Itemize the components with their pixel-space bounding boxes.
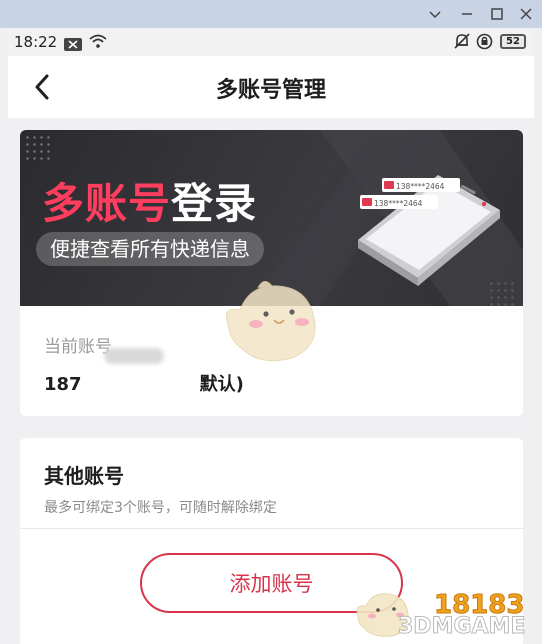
minimize-icon[interactable] — [457, 4, 477, 24]
battery-level: 52 — [506, 36, 520, 47]
close-icon[interactable] — [516, 4, 536, 24]
window-title-bar — [0, 0, 542, 28]
wifi-icon — [88, 33, 108, 53]
other-accounts-description: 最多可绑定3个账号，可随时解除绑定 — [44, 500, 277, 516]
other-accounts-title: 其他账号 — [44, 464, 124, 488]
status-bar: 18:22 52 — [8, 28, 534, 56]
current-account-suffix: 默认) — [199, 374, 244, 395]
banner-title-highlight: 多账号 — [42, 179, 172, 228]
sms-message-1: 138****2464 — [396, 182, 445, 191]
banner-subtitle: 便捷查看所有快递信息 — [36, 232, 264, 266]
redaction-smudge — [104, 348, 164, 364]
current-account-value: 187 默认) — [44, 370, 244, 396]
current-account-number: 187 — [44, 374, 82, 395]
phone-illustration: 138****2464 138****2464 — [358, 175, 500, 286]
page-title: 多账号管理 — [215, 78, 326, 103]
current-account-label: 当前账号 — [44, 337, 112, 357]
app-header: 多账号管理 — [8, 56, 534, 118]
maximize-icon[interactable] — [487, 4, 507, 24]
current-account-card: 多账号登录 便捷查看所有快递信息 138****2464 138****2464… — [20, 130, 523, 416]
redaction-mask — [81, 375, 200, 395]
bell-off-icon — [454, 33, 470, 54]
status-time: 18:22 — [14, 33, 58, 51]
divider — [20, 528, 523, 529]
alarm-icon — [476, 33, 493, 54]
battery-indicator: 52 — [500, 34, 526, 49]
mascot-watermark — [226, 281, 316, 362]
banner-title-rest: 登录 — [171, 179, 258, 228]
notification-icon — [64, 36, 82, 55]
banner-title: 多账号登录 — [42, 170, 257, 231]
chevron-down-icon[interactable] — [425, 4, 445, 24]
sms-message-2: 138****2464 — [374, 199, 423, 208]
watermark-site-text: 3DMGAME — [397, 614, 526, 640]
